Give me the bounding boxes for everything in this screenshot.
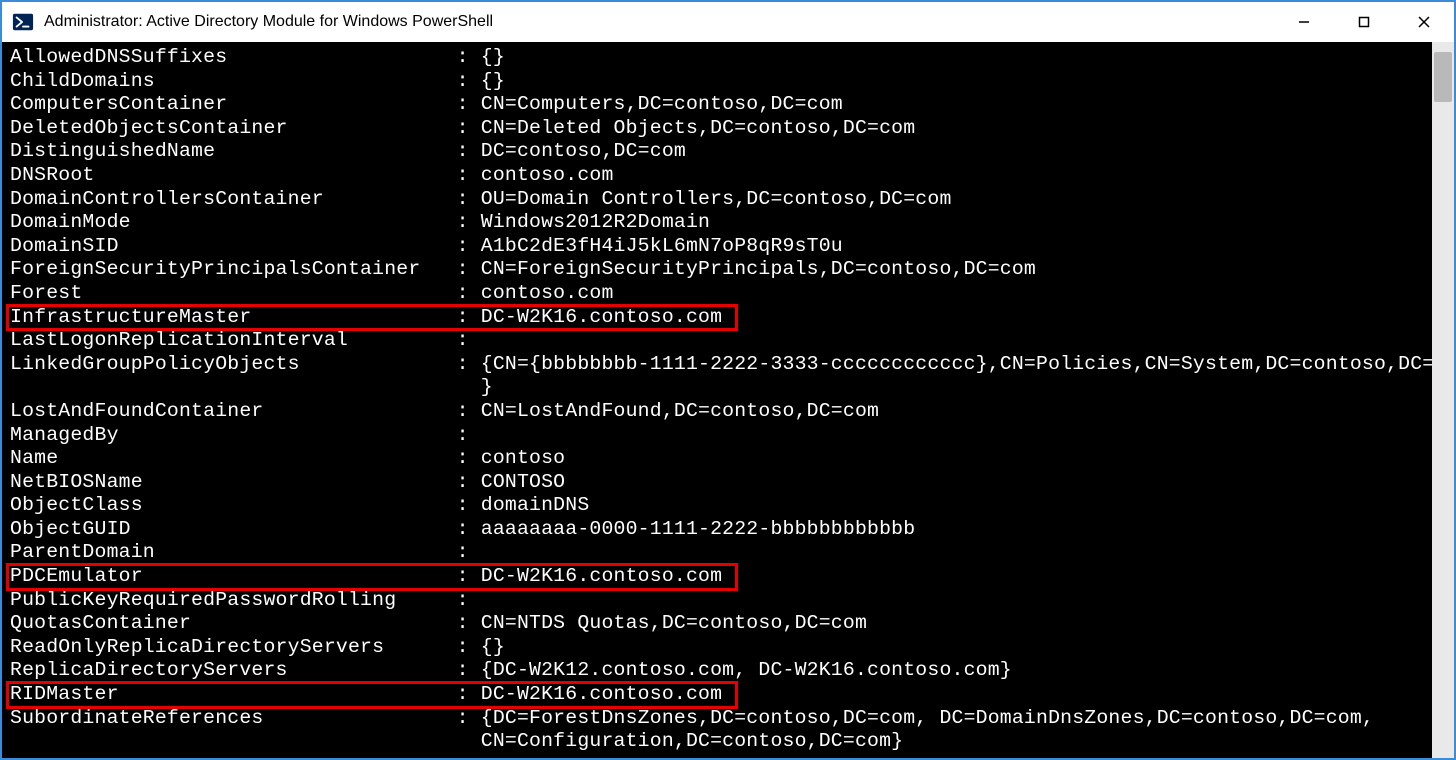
output-line-DomainMode: DomainMode : Windows2012R2Domain (10, 211, 1430, 235)
output-line-NetBIOSName: NetBIOSName : CONTOSO (10, 471, 1430, 495)
window-controls (1274, 2, 1454, 42)
scrollbar[interactable] (1432, 42, 1454, 758)
output-line-ChildDomains: ChildDomains : {} (10, 70, 1430, 94)
scrollbar-thumb[interactable] (1434, 52, 1452, 102)
output-line-DomainControllersContainer: DomainControllersContainer : OU=Domain C… (10, 188, 1430, 212)
output-line-ComputersContainer: ComputersContainer : CN=Computers,DC=con… (10, 93, 1430, 117)
output-line-ReadOnlyReplicaDirectoryServers: ReadOnlyReplicaDirectoryServers : {} (10, 636, 1430, 660)
terminal-output[interactable]: AllowedDNSSuffixes : {}ChildDomains : {}… (2, 42, 1432, 758)
close-button[interactable] (1394, 2, 1454, 42)
output-line-ReplicaDirectoryServers: ReplicaDirectoryServers : {DC-W2K12.cont… (10, 659, 1430, 683)
output-line-AllowedDNSSuffixes: AllowedDNSSuffixes : {} (10, 46, 1430, 70)
titlebar[interactable]: Administrator: Active Directory Module f… (2, 2, 1454, 42)
output-line-Forest: Forest : contoso.com (10, 282, 1430, 306)
output-line-SubordinateReferences: SubordinateReferences : {DC=ForestDnsZon… (10, 707, 1430, 731)
output-line-ParentDomain: ParentDomain : (10, 541, 1430, 565)
output-line-RIDMaster: RIDMaster : DC-W2K16.contoso.com (10, 683, 1430, 707)
output-line-DomainSID: DomainSID : A1bC2dE3fH4iJ5kL6mN7oP8qR9sT… (10, 235, 1430, 259)
output-line-InfrastructureMaster: InfrastructureMaster : DC-W2K16.contoso.… (10, 306, 1430, 330)
output-line-DistinguishedName: DistinguishedName : DC=contoso,DC=com (10, 140, 1430, 164)
powershell-window: Administrator: Active Directory Module f… (0, 0, 1456, 760)
output-line-QuotasContainer: QuotasContainer : CN=NTDS Quotas,DC=cont… (10, 612, 1430, 636)
output-line-ObjectGUID: ObjectGUID : aaaaaaaa-0000-1111-2222-bbb… (10, 518, 1430, 542)
window-title: Administrator: Active Directory Module f… (44, 13, 493, 31)
output-line-LostAndFoundContainer: LostAndFoundContainer : CN=LostAndFound,… (10, 400, 1430, 424)
terminal-area: AllowedDNSSuffixes : {}ChildDomains : {}… (2, 42, 1454, 758)
output-line-PublicKeyRequiredPasswordRolling: PublicKeyRequiredPasswordRolling : (10, 589, 1430, 613)
output-line-LastLogonReplicationInterval: LastLogonReplicationInterval : (10, 329, 1430, 353)
powershell-icon (12, 11, 34, 33)
output-line-continuation: } (10, 376, 1430, 400)
output-line-PDCEmulator: PDCEmulator : DC-W2K16.contoso.com (10, 565, 1430, 589)
output-line-ObjectClass: ObjectClass : domainDNS (10, 494, 1430, 518)
output-line-DNSRoot: DNSRoot : contoso.com (10, 164, 1430, 188)
output-line-continuation: CN=Configuration,DC=contoso,DC=com} (10, 730, 1430, 754)
minimize-button[interactable] (1274, 2, 1334, 42)
output-line-DeletedObjectsContainer: DeletedObjectsContainer : CN=Deleted Obj… (10, 117, 1430, 141)
output-line-Name: Name : contoso (10, 447, 1430, 471)
output-line-ManagedBy: ManagedBy : (10, 424, 1430, 448)
output-line-LinkedGroupPolicyObjects: LinkedGroupPolicyObjects : {CN={bbbbbbbb… (10, 353, 1430, 377)
output-line-ForeignSecurityPrincipalsContainer: ForeignSecurityPrincipalsContainer : CN=… (10, 258, 1430, 282)
maximize-button[interactable] (1334, 2, 1394, 42)
